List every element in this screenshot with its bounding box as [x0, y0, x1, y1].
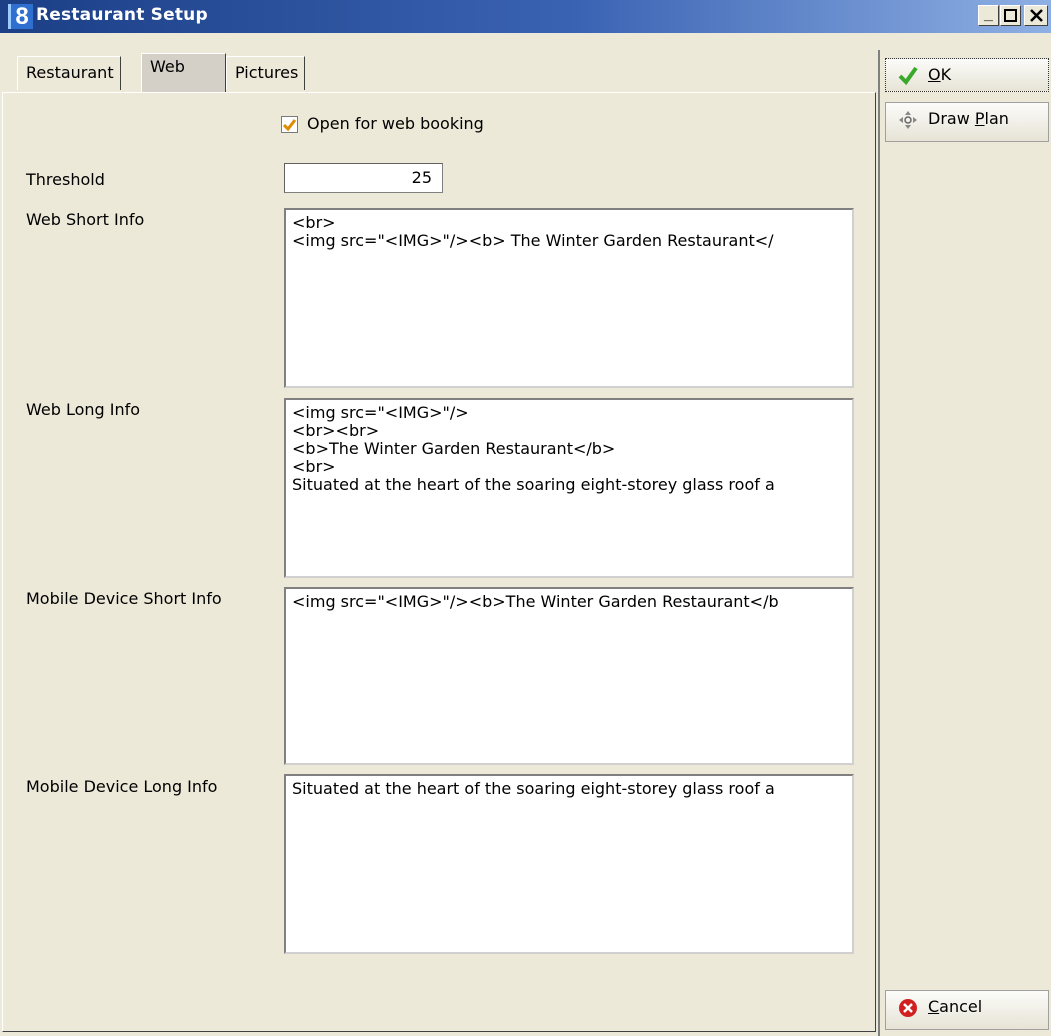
mobile-long-info-label: Mobile Device Long Info: [26, 777, 218, 796]
move-arrows-icon: [899, 111, 917, 129]
tab-pictures[interactable]: Pictures: [226, 56, 306, 90]
minimize-icon[interactable]: _: [978, 5, 999, 26]
mobile-short-info-textarea[interactable]: <img src="<IMG>"/><b>The Winter Garden R…: [284, 587, 854, 765]
cancel-icon: [899, 999, 917, 1017]
threshold-input[interactable]: 25: [284, 163, 443, 193]
ok-button[interactable]: OK: [885, 58, 1049, 92]
tab-web[interactable]: Web: [141, 53, 226, 92]
title-bar[interactable]: 8 Restaurant Setup _: [0, 0, 1051, 33]
window-title: Restaurant Setup: [36, 5, 208, 25]
maximize-icon[interactable]: [1000, 5, 1021, 26]
checkmark-icon: [282, 119, 297, 132]
web-long-info-label: Web Long Info: [26, 400, 141, 419]
action-sidebar: OK Draw Plan Cancel: [878, 50, 1051, 1036]
web-booking-checkbox[interactable]: [281, 116, 298, 133]
draw-plan-button[interactable]: Draw Plan: [885, 102, 1049, 142]
web-short-info-label: Web Short Info: [26, 210, 145, 229]
cancel-button[interactable]: Cancel: [885, 990, 1049, 1030]
restaurant-setup-window: 8 Restaurant Setup _ Restaurant Web Pict…: [0, 0, 1051, 1036]
mobile-long-info-textarea[interactable]: Situated at the heart of the soaring eig…: [284, 774, 854, 954]
checkmark-icon: [898, 66, 918, 86]
tab-restaurant[interactable]: Restaurant: [17, 56, 121, 90]
web-long-info-textarea[interactable]: <img src="<IMG>"/> <br><br> <b>The Winte…: [284, 398, 854, 578]
web-short-info-textarea[interactable]: <br> <img src="<IMG>"/><b> The Winter Ga…: [284, 208, 854, 388]
mobile-short-info-label: Mobile Device Short Info: [26, 589, 222, 608]
threshold-label: Threshold: [26, 170, 105, 189]
app-icon: 8: [8, 4, 33, 29]
web-booking-label[interactable]: Open for web booking: [307, 114, 484, 133]
close-icon[interactable]: [1024, 5, 1048, 26]
